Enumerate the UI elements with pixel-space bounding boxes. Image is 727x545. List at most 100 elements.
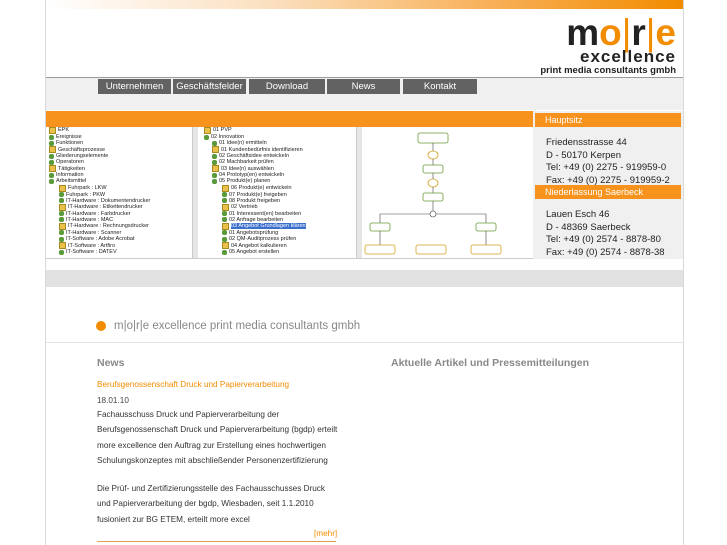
tree-node-label: Geschäftsprozesse bbox=[58, 146, 106, 153]
tree-node[interactable]: 01 Kundenbedürfnis identifizieren bbox=[204, 146, 306, 154]
news-text-line: fusioniert zur BG ETEM, erteilt more exc… bbox=[97, 514, 250, 524]
folder-icon bbox=[59, 198, 64, 204]
tree-right: 01 PVP 02 Innovation 01 Idee(n) ermitteln 0… bbox=[204, 127, 306, 255]
contact-line: Fax: +49 (0) 2574 - 8878-38 bbox=[546, 247, 665, 259]
tree-scrollbar bbox=[192, 127, 198, 258]
tree-node[interactable]: 02 Vertrieb bbox=[204, 203, 306, 211]
contact-address-branch: Lauen Esch 46 D - 48369 Saerbeck Tel: +4… bbox=[546, 209, 665, 260]
tree-node[interactable]: 03 Idee(n) auswählen bbox=[204, 165, 306, 173]
folder-icon bbox=[59, 203, 66, 211]
tree-node-label: IT-Hardware : Rechnungsdrucker bbox=[68, 223, 150, 230]
tree-node-label: IT-Hardware : Dokumentendrucker bbox=[66, 197, 151, 204]
folder-icon bbox=[59, 249, 64, 255]
tree-node[interactable]: 05 Angebot erstellen bbox=[204, 249, 306, 255]
folder-icon bbox=[222, 249, 227, 255]
news-heading: News bbox=[97, 357, 125, 369]
folder-icon bbox=[49, 172, 54, 178]
contact-line: Lauen Esch 46 bbox=[546, 209, 610, 220]
banner-orange-bar bbox=[46, 111, 533, 127]
logo-subline: excellence bbox=[579, 47, 676, 66]
tree-node-label: EPK bbox=[58, 127, 70, 134]
nav-item-download[interactable]: Download bbox=[249, 79, 325, 94]
folder-icon bbox=[59, 222, 66, 230]
tree-node[interactable]: IT-Hardware : Rechnungsdrucker bbox=[49, 222, 150, 230]
tree-left: EPK Ereignisse Funktionen Geschäftsprozesse… bbox=[49, 127, 150, 255]
company-heading: m|o|r|e excellence print media consultan… bbox=[96, 320, 360, 332]
logo[interactable]: mo|r|e excellence print media consultant… bbox=[540, 14, 676, 77]
folder-icon bbox=[49, 140, 54, 146]
folder-icon bbox=[59, 217, 64, 223]
tree-node[interactable]: Tätigkeiten bbox=[49, 165, 150, 173]
nav-item-geschaeftsfelder[interactable]: Geschäftsfelder bbox=[173, 79, 246, 94]
folder-icon bbox=[222, 242, 229, 250]
contact-box: Hauptsitz Friedensstrasse 44 D - 50170 K… bbox=[533, 111, 683, 259]
page-container: mo|r|e excellence print media consultant… bbox=[45, 0, 684, 545]
bullet-dot-icon bbox=[96, 321, 106, 331]
nav-item-unternehmen[interactable]: Unternehmen bbox=[98, 79, 171, 94]
contact-line: Tel: +49 (0) 2574 - 8878-80 bbox=[546, 234, 661, 246]
nav-spacer bbox=[46, 95, 683, 110]
folder-icon bbox=[212, 140, 217, 146]
tree-node[interactable]: Geschäftsprozesse bbox=[49, 146, 150, 154]
news-title-link[interactable]: Berufsgenossenschaft Druck und Papierver… bbox=[97, 380, 289, 389]
tree-node-label: 02 QM-Auditprozess prüfen bbox=[229, 236, 297, 243]
tree-node-label: 01 PVP bbox=[213, 127, 232, 134]
news-text-line: more excellence den Auftrag zur Erstellu… bbox=[97, 440, 326, 450]
tree-node[interactable]: 01 PVP bbox=[204, 127, 306, 134]
contact-line: Friedensstrasse 44 bbox=[546, 137, 627, 148]
news-text-line: Berufsgenossenschaft Druck und Papierver… bbox=[97, 425, 338, 435]
news-text-line: Fachausschuss Druck und Papierverarbeitu… bbox=[97, 410, 280, 419]
news-date: 18.01.10 bbox=[97, 396, 129, 405]
tree-node[interactable]: Fuhrpark : LKW bbox=[49, 184, 150, 192]
tree-node-label: IT-Software : DATEV bbox=[66, 249, 117, 256]
folder-icon bbox=[49, 127, 56, 134]
folder-icon bbox=[222, 192, 227, 198]
folder-icon bbox=[204, 127, 211, 134]
news-text-line: und Papierverarbeitung der bgdp, Wiesbad… bbox=[97, 499, 314, 509]
nav-item-kontakt[interactable]: Kontakt bbox=[403, 79, 477, 94]
nav-item-news[interactable]: News bbox=[327, 79, 400, 94]
contact-line: D - 50170 Kerpen bbox=[546, 149, 621, 161]
tree-node-label: 01 Kundenbedürfnis identifizieren bbox=[221, 146, 303, 153]
tree-node[interactable]: IT-Software : DATEV bbox=[49, 249, 150, 255]
folder-icon bbox=[222, 203, 229, 211]
tree-node-label: 04 Angebot kalkulieren bbox=[231, 242, 287, 249]
folder-icon bbox=[212, 159, 217, 165]
tree-node-label: 01 Idee(n) ermitteln bbox=[219, 140, 267, 147]
tree-node-label: Funktionen bbox=[56, 140, 84, 147]
news-text-line: Schulungskonzeptes mit abschließender Pe… bbox=[97, 456, 328, 466]
tree-node-label: 03 Idee(n) auswählen bbox=[221, 165, 274, 172]
folder-icon bbox=[222, 198, 227, 204]
software-screenshot: EPK Ereignisse Funktionen Geschäftsprozesse… bbox=[46, 127, 533, 259]
tree-node-label: Tätigkeiten bbox=[58, 165, 85, 172]
tree-node[interactable]: 04 Angebot kalkulieren bbox=[204, 242, 306, 250]
folder-icon bbox=[49, 179, 54, 185]
tree-node-label: IT-Software : Adobe Acrobat bbox=[66, 236, 135, 243]
top-gradient-bar bbox=[46, 0, 683, 9]
section-divider bbox=[46, 342, 683, 343]
folder-icon bbox=[59, 236, 64, 242]
company-name: m|o|r|e excellence print media consultan… bbox=[114, 320, 361, 332]
folder-icon bbox=[49, 159, 54, 165]
folder-icon bbox=[49, 165, 56, 173]
tree-node-label: Fuhrpark : LKW bbox=[68, 185, 107, 192]
folder-icon bbox=[222, 217, 227, 223]
contact-address-main: Friedensstrasse 44 D - 50170 Kerpen Tel:… bbox=[546, 137, 670, 188]
folder-icon bbox=[212, 165, 219, 173]
tree-node[interactable]: 06 Produkt(e) entwickeln bbox=[204, 184, 306, 192]
more-link[interactable]: [mehr] bbox=[314, 529, 337, 538]
process-flow-diagram bbox=[364, 132, 502, 255]
tree-node[interactable]: IT-Hardware : Etikettendrucker bbox=[49, 203, 150, 211]
tree-node[interactable]: 03 Angebot Grundlagen klären bbox=[204, 222, 306, 230]
tree-node-label: IT-Software : Artfiro bbox=[68, 242, 116, 249]
contact-line: D - 48369 Saerbeck bbox=[546, 221, 631, 233]
news-text-line: Die Prüf- und Zertifizierungsstelle des … bbox=[97, 484, 325, 493]
folder-icon bbox=[59, 230, 64, 236]
tree-node[interactable]: IT-Software : Artfiro bbox=[49, 242, 150, 250]
tree-node-label: 03 Angebot Grundlagen klären bbox=[231, 223, 306, 230]
news-paragraph-2: Die Prüf- und Zertifizierungsstelle des … bbox=[97, 481, 347, 527]
main-navigation: Unternehmen Geschäftsfelder Download New… bbox=[46, 77, 683, 96]
tree-node[interactable]: EPK bbox=[49, 127, 150, 134]
folder-icon bbox=[212, 153, 217, 159]
folder-icon bbox=[222, 184, 229, 192]
